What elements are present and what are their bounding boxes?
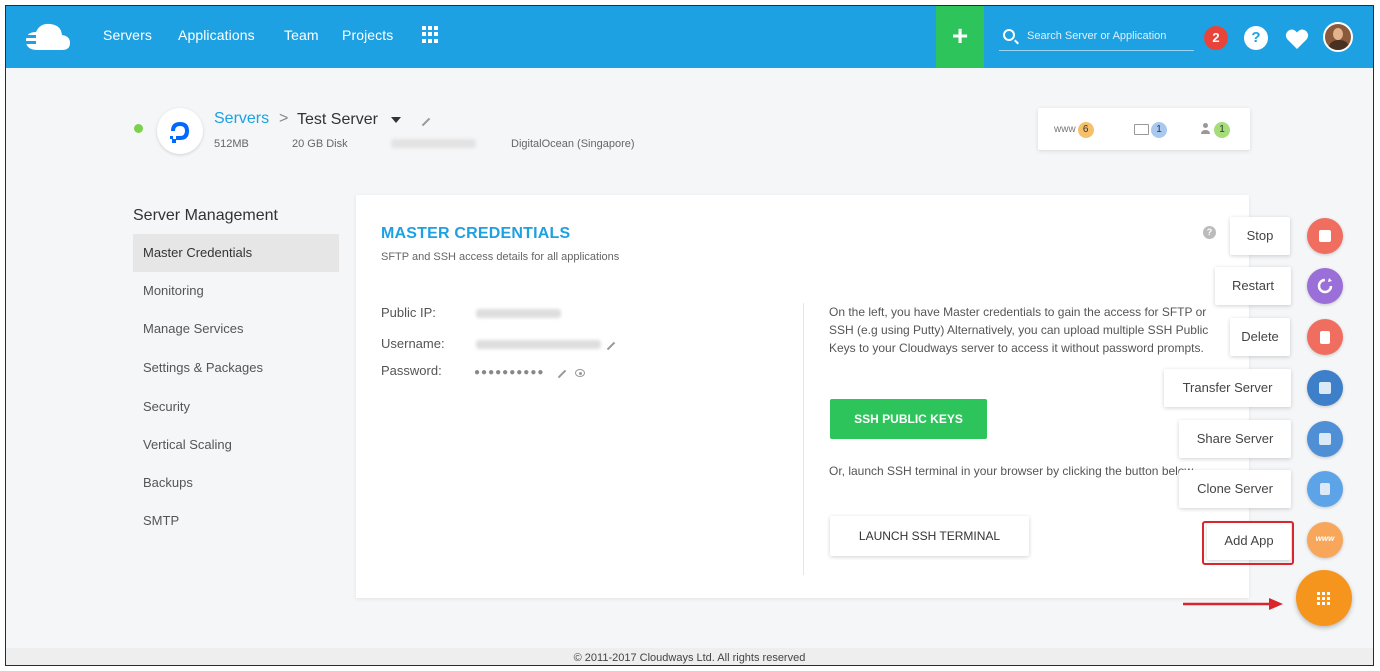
- www-label: www: [1054, 124, 1076, 135]
- add-button[interactable]: +: [936, 6, 984, 68]
- digitalocean-icon: [170, 122, 189, 143]
- search-icon: [1003, 29, 1015, 41]
- edit-server-name-icon[interactable]: [421, 117, 431, 127]
- nav-applications[interactable]: Applications: [178, 27, 255, 43]
- share-icon[interactable]: [1307, 421, 1343, 457]
- add-app-highlight-box: [1202, 521, 1294, 565]
- transfer-server-button[interactable]: Transfer Server: [1164, 369, 1291, 407]
- sidebar-item-security[interactable]: Security: [133, 388, 339, 426]
- card-subtitle: SFTP and SSH access details for all appl…: [381, 251, 620, 263]
- server-status-dot: [134, 124, 143, 133]
- users-count-badge: 1: [1214, 122, 1230, 138]
- server-actions-fab[interactable]: [1296, 570, 1352, 626]
- clone-server-button[interactable]: Clone Server: [1179, 470, 1291, 508]
- search-placeholder: Search Server or Application: [1027, 30, 1167, 42]
- sidebar-item-backups[interactable]: Backups: [133, 464, 339, 502]
- restart-button[interactable]: Restart: [1215, 267, 1291, 305]
- chevron-down-icon[interactable]: [391, 117, 401, 123]
- sidebar-item-manage-services[interactable]: Manage Services: [133, 310, 339, 348]
- digitalocean-logo: [157, 108, 203, 154]
- top-navbar: Servers Applications Team Projects + Sea…: [6, 6, 1373, 68]
- sidebar-item-smtp[interactable]: SMTP: [133, 502, 339, 540]
- share-server-button[interactable]: Share Server: [1179, 420, 1291, 458]
- stat-folders[interactable]: 1: [1134, 122, 1167, 138]
- edit-password-icon[interactable]: [557, 369, 567, 379]
- stop-button[interactable]: Stop: [1230, 217, 1290, 255]
- show-password-icon[interactable]: [575, 369, 585, 377]
- breadcrumb-separator: >: [279, 110, 289, 127]
- server-stats: www 6 1 1: [1038, 108, 1250, 150]
- refresh-icon: [1317, 278, 1333, 294]
- server-provider: DigitalOcean (Singapore): [511, 138, 635, 150]
- nav-servers[interactable]: Servers: [103, 27, 152, 43]
- search-input[interactable]: Search Server or Application: [999, 25, 1194, 51]
- heart-icon[interactable]: [1285, 28, 1309, 50]
- folder-icon: [1134, 123, 1149, 135]
- www-icon-text: www: [1315, 534, 1335, 543]
- sidebar-item-monitoring[interactable]: Monitoring: [133, 272, 339, 310]
- card-divider: [803, 303, 804, 575]
- sidebar-item-master-credentials[interactable]: Master Credentials: [133, 234, 339, 272]
- help-icon[interactable]: ?: [1244, 26, 1268, 50]
- apps-count-badge: 6: [1077, 122, 1094, 138]
- username-value[interactable]: [476, 340, 601, 349]
- server-name[interactable]: Test Server: [297, 111, 378, 129]
- users-icon: [1200, 123, 1212, 135]
- cloudways-logo[interactable]: [20, 20, 72, 54]
- clone-icon[interactable]: [1307, 471, 1343, 507]
- public-ip-label: Public IP:: [381, 305, 436, 320]
- nav-team[interactable]: Team: [284, 27, 319, 43]
- edit-username-icon[interactable]: [606, 341, 616, 351]
- password-label: Password:: [381, 363, 442, 378]
- ssh-info-text: On the left, you have Master credentials…: [829, 305, 1209, 355]
- grid-icon: [1317, 592, 1330, 605]
- transfer-icon[interactable]: [1307, 370, 1343, 406]
- delete-icon[interactable]: [1307, 319, 1343, 355]
- card-title: MASTER CREDENTIALS: [381, 225, 571, 242]
- password-value[interactable]: ●●●●●●●●●●: [474, 367, 544, 378]
- server-ip-redacted: [391, 139, 476, 148]
- folder-count-badge: 1: [1151, 122, 1167, 138]
- user-avatar[interactable]: [1323, 22, 1353, 52]
- sidebar-item-vertical-scaling[interactable]: Vertical Scaling: [133, 426, 339, 464]
- master-credentials-card: MASTER CREDENTIALS SFTP and SSH access d…: [356, 195, 1249, 598]
- help-question-icon[interactable]: ?: [1203, 226, 1216, 239]
- ssh-terminal-text: Or, launch SSH terminal in your browser …: [829, 464, 1196, 478]
- launch-ssh-terminal-button[interactable]: LAUNCH SSH TERMINAL: [830, 516, 1029, 556]
- stop-icon[interactable]: [1307, 218, 1343, 254]
- delete-button[interactable]: Delete: [1230, 318, 1290, 356]
- stat-users[interactable]: 1: [1200, 122, 1230, 138]
- apps-grid-icon[interactable]: [422, 26, 439, 43]
- restart-icon[interactable]: [1307, 268, 1343, 304]
- www-icon[interactable]: www: [1307, 522, 1343, 558]
- pointer-arrow: [1183, 598, 1283, 610]
- public-ip-value[interactable]: [476, 309, 561, 318]
- username-label: Username:: [381, 336, 445, 351]
- notification-badge[interactable]: 2: [1204, 26, 1228, 50]
- breadcrumb-servers[interactable]: Servers: [214, 110, 269, 128]
- sidebar-item-settings-packages[interactable]: Settings & Packages: [133, 349, 339, 387]
- nav-projects[interactable]: Projects: [342, 27, 393, 43]
- footer-copyright: © 2011-2017 Cloudways Ltd. All rights re…: [6, 648, 1373, 665]
- server-disk: 20 GB Disk: [292, 138, 348, 150]
- app-frame: Servers Applications Team Projects + Sea…: [5, 5, 1374, 666]
- server-memory: 512MB: [214, 138, 249, 150]
- ssh-public-keys-button[interactable]: SSH PUBLIC KEYS: [830, 399, 987, 439]
- sidebar-title: Server Management: [133, 207, 278, 224]
- stat-apps[interactable]: www 6: [1054, 122, 1094, 138]
